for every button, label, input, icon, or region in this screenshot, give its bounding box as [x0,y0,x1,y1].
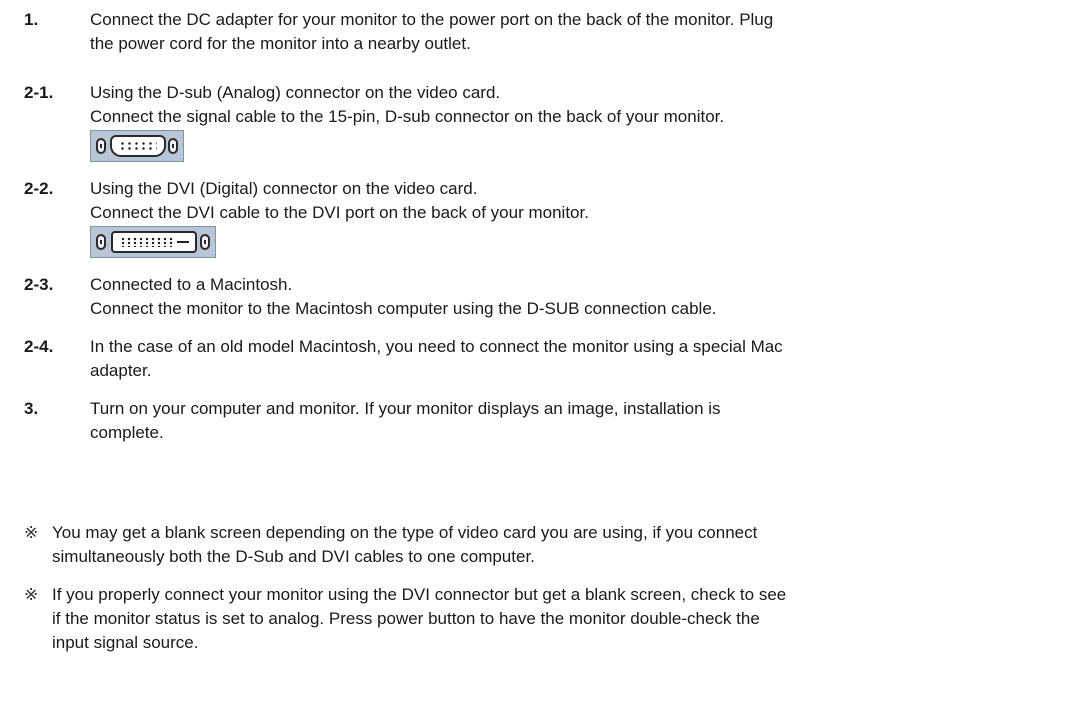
step-text: Using the DVI (Digital) connector on the… [90,177,1080,258]
step-text: Turn on your computer and monitor. If yo… [90,397,1080,445]
step-line: adapter. [90,361,152,380]
note-line: if the monitor status is set to analog. … [52,609,760,628]
note-line: If you properly connect your monitor usi… [52,585,787,604]
screw-icon [96,138,106,154]
step-number: 2-4. [24,337,54,356]
note-line: You may get a blank screen depending on … [52,523,758,542]
step-line: Connect the signal cable to the 15-pin, … [90,107,725,126]
step-text: Connected to a Macintosh. Connect the mo… [90,273,1080,321]
step-line: Connect the DVI cable to the DVI port on… [90,203,589,222]
step-line: Turn on your computer and monitor. If yo… [90,399,721,418]
note-text: You may get a blank screen depending on … [52,521,1082,569]
d-sub-connector-icon [90,130,184,162]
note-text: If you properly connect your monitor usi… [52,583,1082,655]
step-text: In the case of an old model Macintosh, y… [90,335,1080,383]
step-line: Using the DVI (Digital) connector on the… [90,179,478,198]
note-line: input signal source. [52,633,199,652]
screw-icon [168,138,178,154]
step-line: complete. [90,423,164,442]
dvi-shell [111,231,197,253]
step-line: the power cord for the monitor into a ne… [90,34,471,53]
step-number: 2-2. [24,179,54,198]
note-line: simultaneously both the D-Sub and DVI ca… [52,547,535,566]
step-number: 2-3. [24,275,54,294]
step-line: Connect the DC adapter for your monitor … [90,10,774,29]
step-line: Connected to a Macintosh. [90,275,293,294]
screw-icon [96,234,106,250]
step-line: Using the D-sub (Analog) connector on th… [90,83,501,102]
step-line: In the case of an old model Macintosh, y… [90,337,783,356]
screw-icon [200,234,210,250]
dvi-connector-icon [90,226,216,258]
reference-mark-icon: ※ [24,585,39,604]
step-text: Using the D-sub (Analog) connector on th… [90,81,1080,162]
step-number: 2-1. [24,83,54,102]
step-line: Connect the monitor to the Macintosh com… [90,299,717,318]
step-number: 1. [24,10,39,29]
step-text: Connect the DC adapter for your monitor … [90,8,1080,56]
reference-mark-icon: ※ [24,523,39,542]
step-number: 3. [24,399,39,418]
d-sub-shell [110,135,166,157]
